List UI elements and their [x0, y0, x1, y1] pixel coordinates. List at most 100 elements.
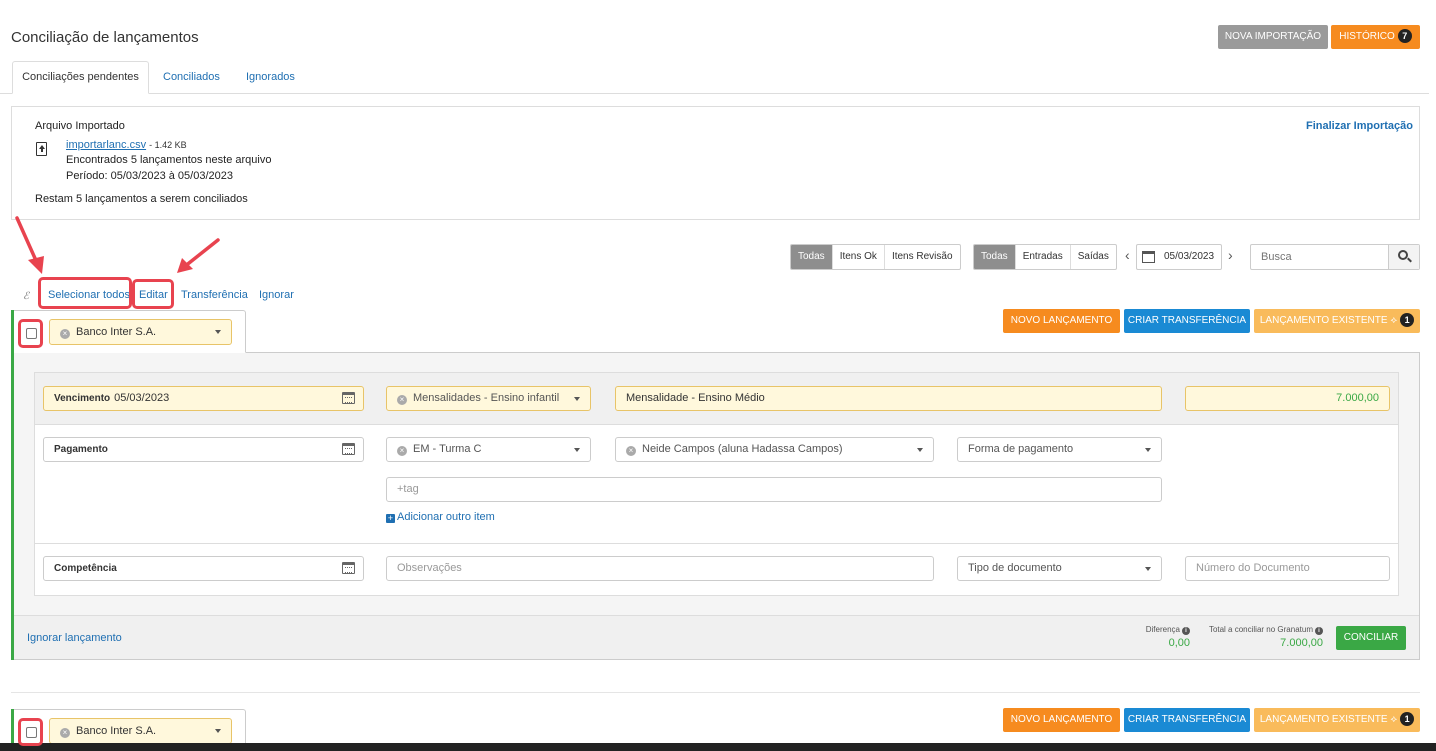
file-size: - 1.42 KB: [149, 140, 187, 150]
period-text: Período: 05/03/2023 à 05/03/2023: [66, 170, 233, 182]
chevron-down-icon: [574, 397, 580, 401]
cost-center-value: EM - Turma C: [413, 443, 482, 455]
search-box: [1250, 244, 1420, 270]
annotation-arrow-1-head: [28, 256, 44, 274]
competencia-label: Competência: [54, 563, 117, 574]
tag-placeholder: +tag: [397, 483, 419, 495]
date-prev-icon[interactable]: ‹: [1125, 247, 1130, 263]
date-filter-value: 05/03/2023: [1164, 251, 1215, 262]
description-input[interactable]: Mensalidade - Ensino Médio: [615, 386, 1162, 411]
nova-importacao-button[interactable]: NOVA IMPORTAÇÃO: [1218, 25, 1328, 49]
clear-icon[interactable]: ×: [397, 446, 407, 456]
file-info: importarlanc.csv - 1.42 KB: [66, 139, 187, 151]
annotation-arrows: [15, 216, 220, 274]
plus-icon: +: [386, 513, 395, 523]
calendar-icon[interactable]: [342, 392, 355, 404]
historico-button[interactable]: HISTÓRICO 7: [1331, 25, 1420, 49]
lancamento-existente-button[interactable]: LANÇAMENTO EXISTENTE ⟡ 1: [1254, 309, 1420, 333]
criar-transferencia-button-2[interactable]: CRIAR TRANSFERÊNCIA: [1124, 708, 1250, 732]
bottom-bar: [0, 743, 1436, 751]
payment-method-value: Forma de pagamento: [968, 443, 1074, 455]
tag-input[interactable]: +tag: [386, 477, 1162, 502]
conciliar-button[interactable]: CONCILIAR: [1336, 626, 1406, 650]
doc-type-select[interactable]: Tipo de documento: [957, 556, 1162, 581]
chevron-down-icon: [574, 448, 580, 452]
chevron-down-icon: [1145, 448, 1151, 452]
bank-select-2[interactable]: × Banco Inter S.A.: [49, 718, 232, 744]
tab-ignorados[interactable]: Ignorados: [246, 71, 295, 83]
calendar-icon[interactable]: [342, 562, 355, 574]
person-select[interactable]: × Neide Campos (aluna Hadassa Campos): [615, 437, 934, 462]
clear-icon[interactable]: ×: [60, 728, 70, 738]
tabs-bar: [0, 93, 1429, 94]
calendar-icon[interactable]: [342, 443, 355, 455]
ignorar-link[interactable]: Ignorar: [259, 289, 294, 301]
status-filter-group: Todas Itens Ok Itens Revisão: [790, 244, 961, 270]
diff-block: Diferença i 0,00: [1136, 625, 1190, 649]
chevron-down-icon: [917, 448, 923, 452]
search-input[interactable]: [1251, 245, 1389, 269]
import-heading: Arquivo Importado: [35, 120, 125, 132]
clear-icon[interactable]: ×: [60, 329, 70, 339]
filter-type-entradas[interactable]: Entradas: [1016, 245, 1071, 269]
date-filter[interactable]: 05/03/2023: [1136, 244, 1222, 270]
doc-number-input[interactable]: Número do Documento: [1185, 556, 1390, 581]
amount-input[interactable]: 7.000,00: [1185, 386, 1390, 411]
historico-count-badge: 7: [1397, 29, 1412, 44]
link-icon: ⟡: [1390, 315, 1398, 326]
payment-method-select[interactable]: Forma de pagamento: [957, 437, 1162, 462]
type-filter-group: Todas Entradas Saídas: [973, 244, 1117, 270]
bank-select[interactable]: × Banco Inter S.A.: [49, 319, 232, 345]
annotation-arrow-1-shaft: [15, 216, 40, 267]
category-select[interactable]: × Mensalidades - Ensino infantil: [386, 386, 591, 411]
date-next-icon[interactable]: ›: [1228, 247, 1233, 263]
annotation-box-checkbox-2: [18, 718, 43, 746]
pagamento-field[interactable]: Pagamento: [43, 437, 364, 462]
info-icon[interactable]: i: [1182, 627, 1190, 635]
row-divider: [35, 543, 1398, 544]
search-icon-handle: [1407, 257, 1412, 263]
lancamento-existente-button-2[interactable]: LANÇAMENTO EXISTENTE ⟡ 1: [1254, 708, 1420, 732]
observacoes-input[interactable]: Observações: [386, 556, 934, 581]
finalizar-importacao-link[interactable]: Finalizar Importação: [1306, 120, 1413, 132]
doc-number-placeholder: Número do Documento: [1196, 562, 1310, 574]
tab-label: Conciliações pendentes: [22, 71, 139, 83]
diff-label: Diferença: [1145, 625, 1180, 634]
novo-lancamento-button[interactable]: NOVO LANÇAMENTO: [1003, 309, 1120, 333]
chevron-down-icon: [215, 330, 221, 334]
remaining-text: Restam 5 lançamentos a serem conciliados: [35, 193, 248, 205]
diff-value: 0,00: [1168, 637, 1190, 649]
add-item-link[interactable]: + Adicionar outro item: [386, 511, 495, 523]
info-icon[interactable]: i: [1315, 627, 1323, 635]
search-button[interactable]: [1388, 245, 1419, 269]
cost-center-select[interactable]: × EM - Turma C: [386, 437, 591, 462]
filter-status-itens-ok[interactable]: Itens Ok: [833, 245, 885, 269]
filter-type-saidas[interactable]: Saídas: [1071, 245, 1116, 269]
file-upload-icon: [36, 142, 47, 156]
ignorar-lancamento-link[interactable]: Ignorar lançamento: [27, 632, 122, 644]
clear-icon[interactable]: ×: [397, 395, 407, 405]
criar-transferencia-button[interactable]: CRIAR TRANSFERÊNCIA: [1124, 309, 1250, 333]
filter-type-todas[interactable]: Todas: [974, 245, 1016, 269]
clear-icon[interactable]: ×: [626, 446, 636, 456]
link-icon: ⟡: [1390, 714, 1398, 725]
annotation-arrow-2-shaft: [182, 238, 220, 269]
total-label: Total a conciliar no Granatum: [1208, 625, 1313, 634]
novo-lancamento-button-2[interactable]: NOVO LANÇAMENTO: [1003, 708, 1120, 732]
lancamento-existente-label: LANÇAMENTO EXISTENTE: [1259, 315, 1388, 326]
observacoes-placeholder: Observações: [397, 562, 462, 574]
person-value: Neide Campos (aluna Hadassa Campos): [642, 443, 843, 455]
lancamento-existente-count-badge: 1: [1400, 313, 1415, 328]
vencimento-field[interactable]: Vencimento 05/03/2023: [43, 386, 364, 411]
tab-conciliados[interactable]: Conciliados: [163, 71, 220, 83]
file-name-link[interactable]: importarlanc.csv: [66, 139, 146, 151]
tab-conciliacoes-pendentes[interactable]: Conciliações pendentes: [12, 61, 149, 94]
historico-label: HISTÓRICO: [1339, 31, 1395, 42]
bank-select-value: Banco Inter S.A.: [76, 326, 157, 338]
competencia-field[interactable]: Competência: [43, 556, 364, 581]
lancamento-existente-2-count-badge: 1: [1400, 712, 1415, 727]
found-count-text: Encontrados 5 lançamentos neste arquivo: [66, 154, 272, 166]
filter-status-todas[interactable]: Todas: [791, 245, 833, 269]
category-value: Mensalidades - Ensino infantil: [413, 392, 560, 404]
filter-status-itens-revisao[interactable]: Itens Revisão: [885, 245, 960, 269]
